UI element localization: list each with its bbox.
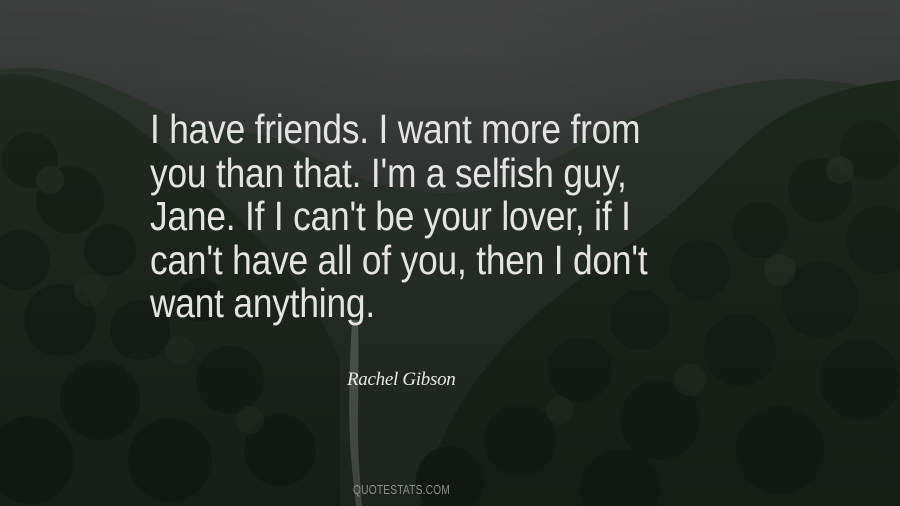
quote-line: want anything. [150,280,375,326]
quote-author: Rachel Gibson [347,369,456,390]
quote-line: Jane. If I can't be your lover, if I [150,193,631,239]
quote-text: I have friends. I want more from you tha… [150,106,769,326]
site-watermark: QUOTESTATS.COM [353,483,451,497]
quote-line: can't have all of you, then I don't [150,236,648,283]
quote-image: I have friends. I want more from you tha… [0,0,900,506]
quote-line: I have friends. I want more from [150,106,641,152]
quote-line: you than that. I'm a selfish guy, [150,149,627,196]
